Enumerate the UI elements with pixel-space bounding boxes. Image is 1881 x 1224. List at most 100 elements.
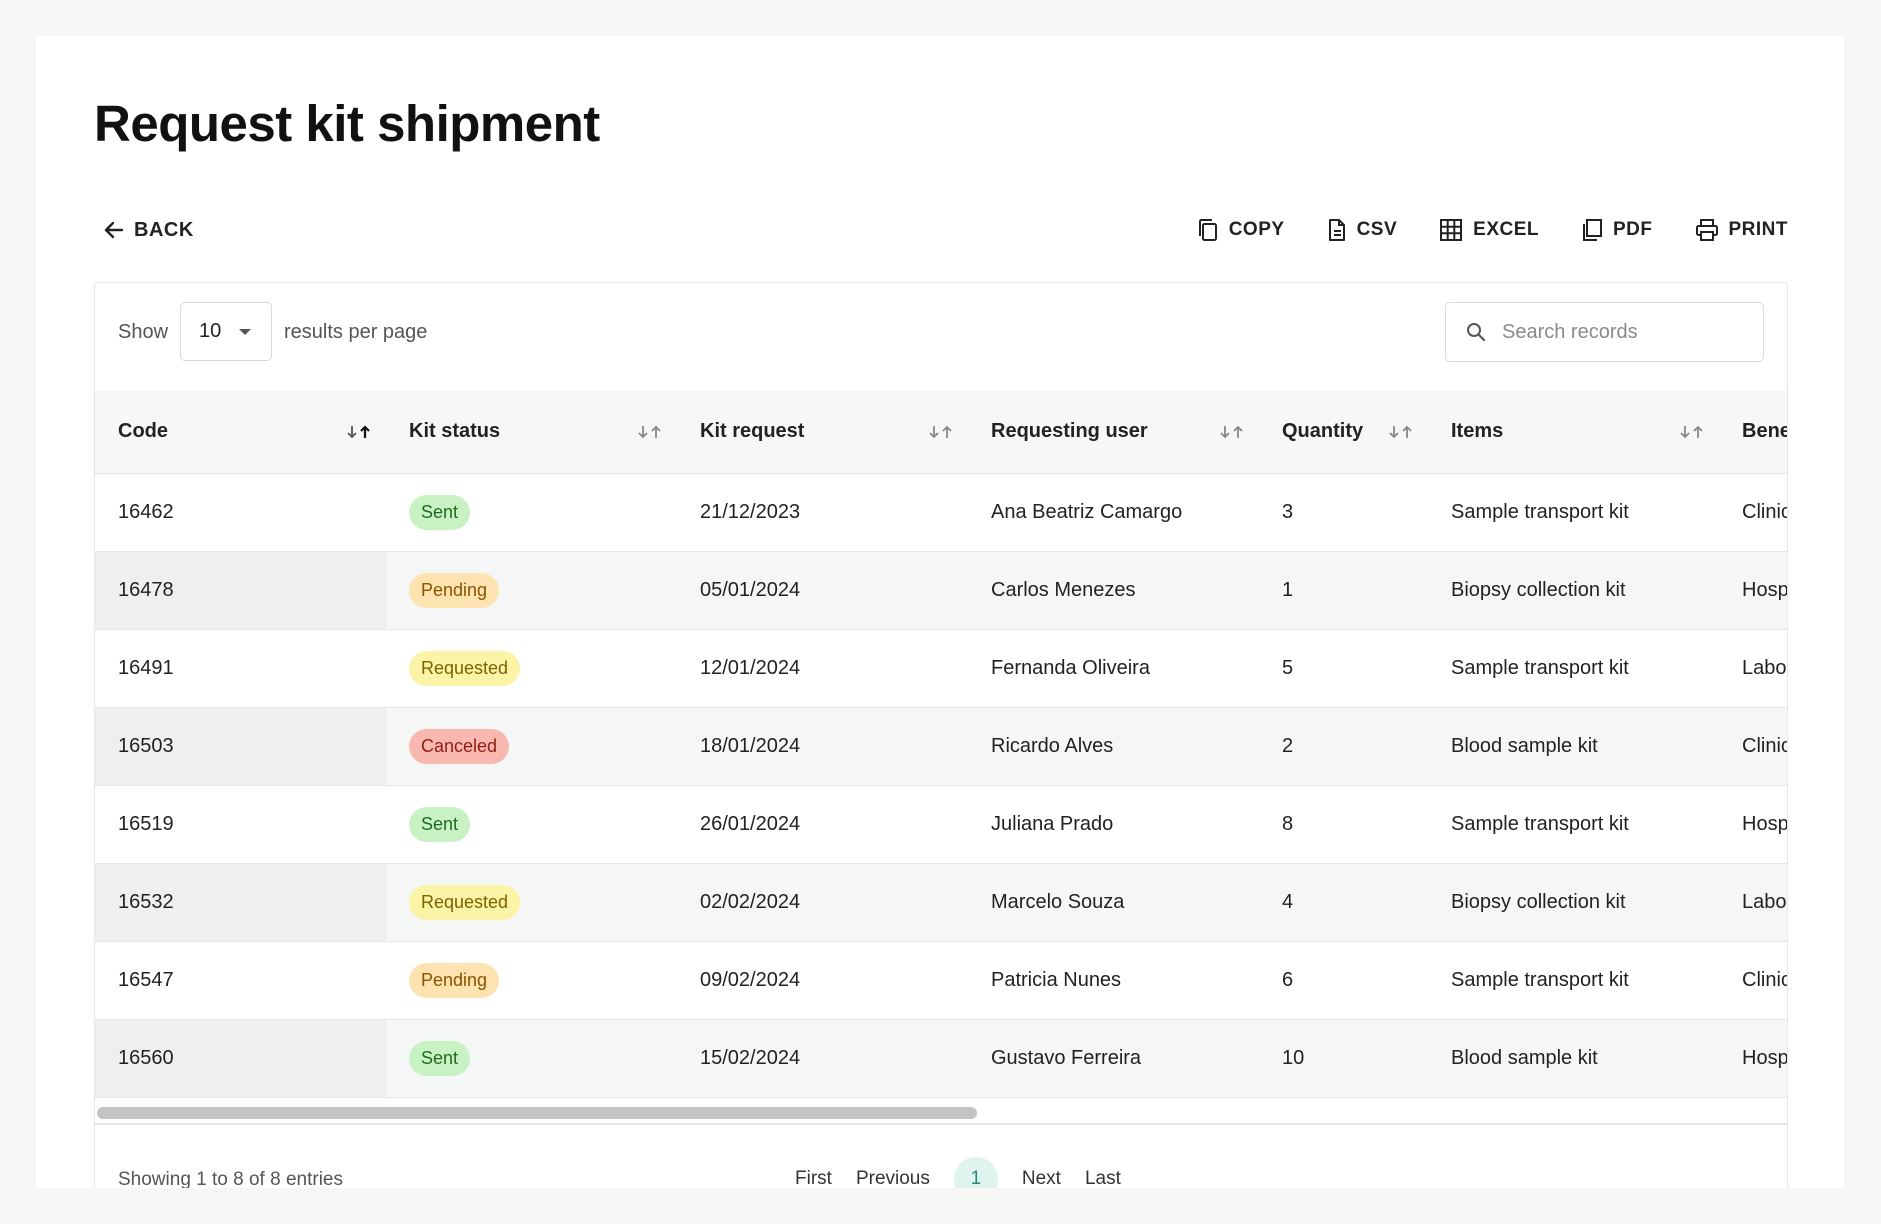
table-row[interactable]: 16560 Sent 15/02/2024 Gustavo Ferreira 10 Blo…	[95, 1019, 1787, 1097]
search-icon	[1466, 322, 1486, 342]
per-page-label: results per page	[284, 321, 428, 343]
status-badge: Pending	[409, 962, 500, 998]
cell-kit-request: 18/01/2024	[700, 734, 801, 757]
table-row[interactable]: 16532 Requested 02/02/2024 Marcelo Souza 4 Bi…	[95, 863, 1787, 941]
records-panel: Show 10 results per page Search records …	[94, 282, 1788, 1188]
scrollbar-thumb[interactable]	[97, 1107, 977, 1119]
cell-kit-request: 12/01/2024	[700, 656, 801, 679]
column-header-label: Quantity	[1282, 420, 1364, 443]
cell-quantity: 2	[1282, 734, 1294, 757]
column-header-items[interactable]: Items	[1428, 391, 1719, 474]
cell-code: 16462	[118, 500, 174, 523]
page-card: Request kit shipment BACK COPY CSV EXCEL…	[36, 36, 1844, 1188]
column-header-requesting-user[interactable]: Requesting user	[968, 391, 1259, 474]
file-icon	[1327, 218, 1347, 242]
current-page-button[interactable]: 1	[953, 1157, 998, 1188]
column-header-label: Items	[1451, 420, 1504, 443]
cell-code: 16478	[95, 551, 386, 629]
cell-requesting-user: Fernanda Oliveira	[991, 656, 1150, 679]
excel-label: EXCEL	[1473, 219, 1539, 240]
cell-beneficiary: Clinic	[1742, 968, 1787, 991]
last-page-button[interactable]: Last	[1085, 1168, 1121, 1188]
page-size-select[interactable]: 10	[180, 302, 272, 361]
cell-code: 16560	[95, 1019, 386, 1097]
back-button[interactable]: BACK	[102, 208, 194, 252]
next-page-button[interactable]: Next	[1022, 1168, 1061, 1188]
status-badge: Canceled	[409, 728, 510, 764]
table-header-row: Code Kit status Kit request Requesting u…	[95, 391, 1787, 474]
status-badge: Requested	[409, 650, 521, 686]
cell-kit-status: Requested	[386, 863, 677, 941]
status-badge: Sent	[409, 806, 471, 842]
cell-quantity: 10	[1282, 1046, 1305, 1069]
column-header-beneficiary[interactable]: Bene	[1719, 391, 1787, 474]
first-page-button[interactable]: First	[795, 1168, 832, 1188]
document-icon	[1581, 218, 1603, 242]
cell-kit-status: Sent	[386, 473, 677, 551]
cell-quantity: 4	[1282, 890, 1294, 913]
cell-quantity: 3	[1282, 500, 1294, 523]
show-label: Show	[118, 321, 169, 343]
sort-icon[interactable]	[1388, 423, 1414, 446]
csv-button[interactable]: CSV	[1327, 218, 1398, 242]
cell-items: Sample transport kit	[1451, 500, 1629, 523]
sort-icon[interactable]	[928, 423, 954, 446]
cell-quantity: 1	[1282, 578, 1294, 601]
records-table: Code Kit status Kit request Requesting u…	[95, 391, 1787, 1098]
cell-quantity: 5	[1282, 656, 1294, 679]
cell-items: Biopsy collection kit	[1451, 578, 1626, 601]
column-header-code[interactable]: Code	[95, 391, 386, 474]
status-badge: Sent	[409, 494, 471, 530]
grid-icon	[1439, 218, 1463, 242]
excel-button[interactable]: EXCEL	[1439, 218, 1539, 242]
table-row[interactable]: 16547 Pending 09/02/2024 Patricia Nunes 6 Sam…	[95, 941, 1787, 1019]
sort-icon[interactable]	[346, 423, 372, 446]
back-label: BACK	[134, 218, 194, 241]
previous-page-button[interactable]: Previous	[856, 1168, 930, 1188]
copy-button[interactable]: COPY	[1197, 218, 1285, 242]
cell-items: Blood sample kit	[1451, 1046, 1598, 1069]
search-input[interactable]	[1500, 319, 1744, 345]
column-header-label: Kit status	[409, 420, 501, 443]
horizontal-scrollbar[interactable]	[95, 1101, 1787, 1125]
column-header-kit-status[interactable]: Kit status	[386, 391, 677, 474]
pdf-label: PDF	[1613, 219, 1653, 240]
table-row[interactable]: 16519 Sent 26/01/2024 Juliana Prado 8 Sample …	[95, 785, 1787, 863]
cell-kit-status: Sent	[386, 1019, 677, 1097]
sort-icon[interactable]	[1219, 423, 1245, 446]
cell-kit-status: Pending	[386, 941, 677, 1019]
search-box[interactable]	[1445, 302, 1764, 362]
cell-requesting-user: Carlos Menezes	[991, 578, 1136, 601]
table-row[interactable]: 16503 Canceled 18/01/2024 Ricardo Alves 2 Blo…	[95, 707, 1787, 785]
cell-beneficiary: Hosp	[1742, 578, 1787, 601]
print-label: PRINT	[1728, 219, 1788, 240]
sort-icon[interactable]	[637, 423, 663, 446]
status-badge: Requested	[409, 884, 521, 920]
cell-kit-request: 26/01/2024	[700, 812, 801, 835]
table-scroll-area[interactable]: Code Kit status Kit request Requesting u…	[95, 391, 1787, 1101]
cell-requesting-user: Juliana Prado	[991, 812, 1114, 835]
column-header-quantity[interactable]: Quantity	[1259, 391, 1428, 474]
status-badge: Pending	[409, 572, 500, 608]
cell-items: Sample transport kit	[1451, 812, 1629, 835]
cell-requesting-user: Ana Beatriz Camargo	[991, 500, 1183, 523]
cell-code: 16519	[118, 812, 174, 835]
table-row[interactable]: 16462 Sent 21/12/2023 Ana Beatriz Camargo 3 S…	[95, 473, 1787, 551]
sort-icon[interactable]	[1679, 423, 1705, 446]
cell-quantity: 6	[1282, 968, 1294, 991]
export-buttons: COPY CSV EXCEL PDF PRINT	[1197, 208, 1788, 252]
pagination: First Previous 1 Next Last	[795, 1157, 1121, 1188]
cell-requesting-user: Gustavo Ferreira	[991, 1046, 1142, 1069]
table-row[interactable]: 16478 Pending 05/01/2024 Carlos Menezes 1 Bio…	[95, 551, 1787, 629]
pdf-button[interactable]: PDF	[1581, 218, 1653, 242]
table-row[interactable]: 16491 Requested 12/01/2024 Fernanda Oliveir…	[95, 629, 1787, 707]
print-button[interactable]: PRINT	[1695, 218, 1789, 242]
cell-quantity: 8	[1282, 812, 1294, 835]
cell-kit-request: 02/02/2024	[700, 890, 801, 913]
cell-requesting-user: Ricardo Alves	[991, 734, 1114, 757]
column-header-kit-request[interactable]: Kit request	[677, 391, 968, 474]
column-header-label: Bene	[1742, 420, 1787, 443]
cell-kit-status: Requested	[386, 629, 677, 707]
cell-beneficiary: Labo	[1742, 656, 1787, 679]
cell-requesting-user: Marcelo Souza	[991, 890, 1125, 913]
